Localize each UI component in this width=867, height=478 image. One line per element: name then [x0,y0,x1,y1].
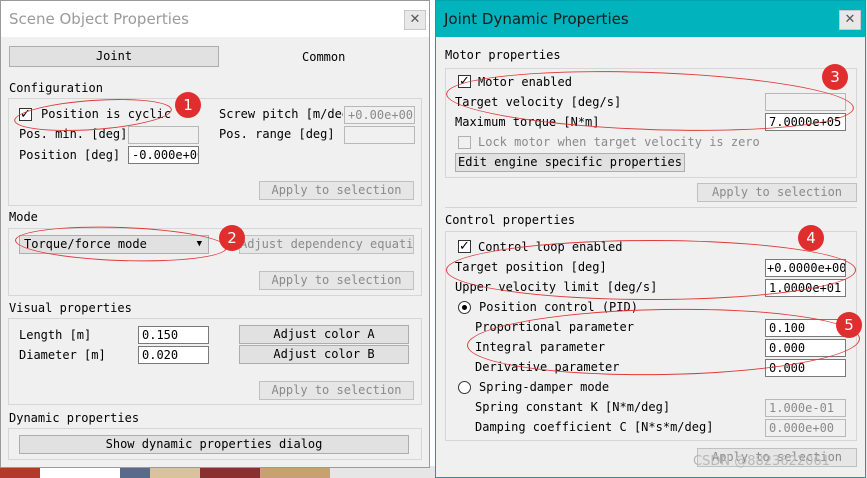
right-title-bar[interactable]: Joint Dynamic Properties ✕ [436,1,865,37]
spring-constant-label: Spring constant K [N*m/deg] [475,400,671,414]
annotation-badge-2: 2 [219,225,245,251]
adjust-dependency-button[interactable]: Adjust dependency equation [239,235,414,254]
motor-apply-button[interactable]: Apply to selection [697,183,857,202]
length-label: Length [m] [19,328,92,342]
lock-motor-checkbox[interactable] [458,136,471,149]
radio-selected-dot [462,305,467,310]
visual-properties-label: Visual properties [9,301,132,315]
watermark: CSDN @8823622061 [693,454,830,469]
configuration-label: Configuration [9,81,103,95]
control-loop-checkbox[interactable]: ✓ [458,240,471,253]
show-dynamic-properties-button[interactable]: Show dynamic properties dialog [19,435,409,454]
right-close-icon[interactable]: ✕ [839,10,861,30]
diameter-label: Diameter [m] [19,348,106,362]
visual-apply-button[interactable]: Apply to selection [259,381,414,400]
pos-range-field[interactable] [344,126,415,144]
separator [445,207,857,208]
control-properties-label: Control properties [445,213,576,227]
pos-range-label: Pos. range [deg] [219,127,335,141]
diameter-field[interactable]: 0.020 [138,346,209,364]
annotation-badge-1: 1 [175,92,201,118]
pid-radio[interactable] [458,301,471,314]
left-title-bar[interactable]: Scene Object Properties ✕ [1,1,429,37]
tab-common[interactable]: Common [302,50,345,64]
tab-joint[interactable]: Joint [9,46,219,67]
position-field[interactable]: -0.000e+00 [128,146,199,164]
configuration-apply-button[interactable]: Apply to selection [259,181,414,200]
damping-coefficient-label: Damping coefficient C [N*s*m/deg] [475,420,714,434]
spring-damper-label: Spring-damper mode [479,380,610,394]
length-field[interactable]: 0.150 [138,326,209,344]
annotation-badge-4: 4 [798,225,824,251]
edit-engine-properties-button[interactable]: Edit engine specific properties [455,153,685,172]
left-window-title: Scene Object Properties [9,10,189,28]
adjust-color-a-button[interactable]: Adjust color A [239,325,409,344]
right-window-title: Joint Dynamic Properties [444,10,629,28]
annotation-badge-3: 3 [822,64,848,90]
spring-constant-field[interactable]: 1.000e-01 [765,399,846,417]
mode-label: Mode [9,210,38,224]
spring-damper-radio[interactable] [458,381,471,394]
position-label: Position [deg] [19,148,121,162]
annotation-ellipse-4 [446,240,856,300]
dynamic-properties-label: Dynamic properties [9,411,140,425]
lock-motor-label: Lock motor when target velocity is zero [478,135,760,149]
pos-min-field[interactable] [128,126,199,144]
adjust-color-b-button[interactable]: Adjust color B [239,345,409,364]
damping-coefficient-field[interactable]: 0.000e+00 [765,419,846,437]
screw-pitch-label: Screw pitch [m/deg] [219,107,343,121]
left-close-icon[interactable]: ✕ [404,10,426,30]
adjust-dependency-label: Adjust dependency equation [240,237,414,251]
annotation-badge-5: 5 [836,312,862,338]
screw-pitch-field[interactable]: +0.00e+00 [344,106,415,124]
motor-properties-label: Motor properties [445,48,561,62]
mode-apply-button[interactable]: Apply to selection [259,271,414,290]
